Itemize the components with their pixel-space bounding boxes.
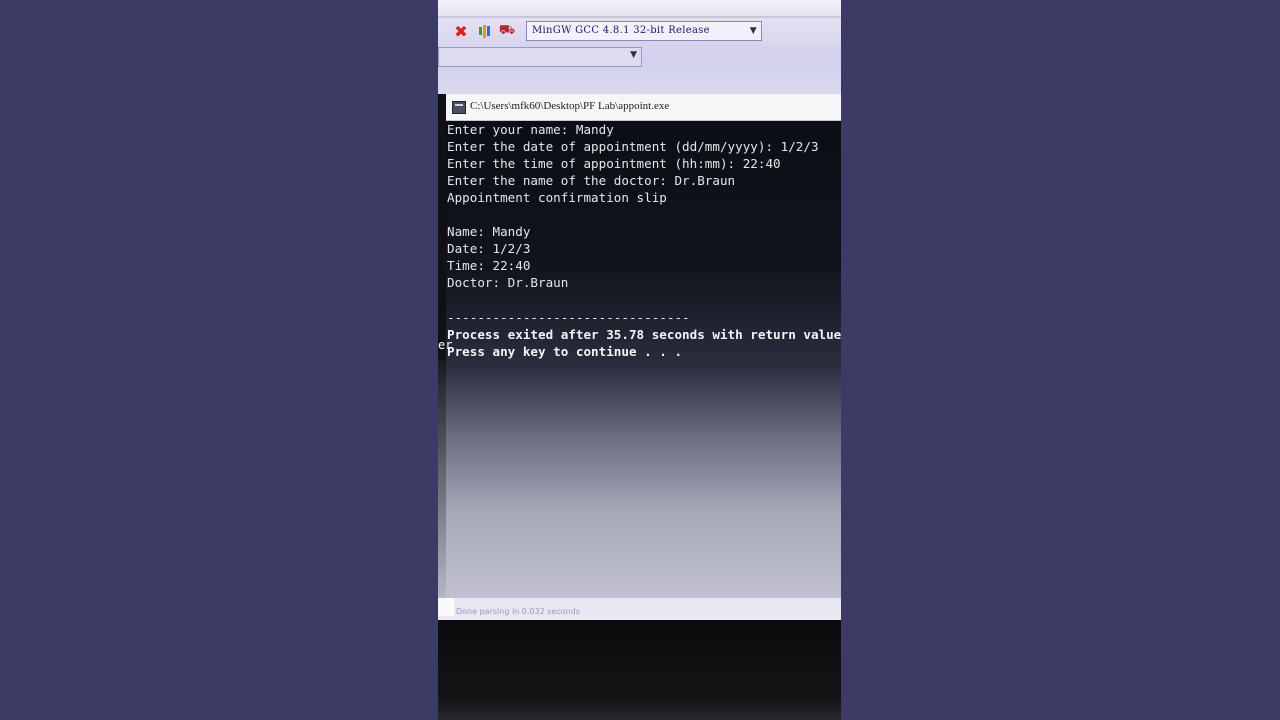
profile-icon[interactable]: ⛟: [498, 22, 516, 40]
ide-toolbar: ✖ ⛟ MinGW GCC 4.8.1 32-bit Release ▼ ▼: [438, 0, 841, 94]
console-line: Time: 22:40: [447, 258, 531, 274]
console-line: Enter the date of appointment (dd/mm/yyy…: [447, 139, 819, 155]
console-line: Enter the time of appointment (hh:mm): 2…: [447, 156, 781, 172]
chart-icon[interactable]: [476, 22, 494, 40]
status-text: Done parsing in 0.032 seconds: [456, 607, 580, 616]
console-window-title: C:\Users\mfk60\Desktop\PF Lab\appoint.ex…: [470, 100, 670, 112]
console-text: Enter your name: Mandy Enter the date of …: [447, 121, 841, 360]
compiler-select[interactable]: MinGW GCC 4.8.1 32-bit Release ▼: [526, 21, 762, 41]
console-line: Enter the name of the doctor: Dr.Braun: [447, 173, 736, 189]
photo-frame: ✖ ⛟ MinGW GCC 4.8.1 32-bit Release ▼ ▼ C…: [438, 0, 841, 720]
editor-text-fragment: er: [438, 338, 453, 352]
console-titlebar[interactable]: C:\Users\mfk60\Desktop\PF Lab\appoint.ex…: [446, 94, 841, 121]
console-line: Doctor: Dr.Braun: [447, 275, 569, 291]
console-app-icon: [452, 101, 466, 114]
console-output-area[interactable]: Enter your name: Mandy Enter the date of …: [446, 121, 841, 611]
console-line: Process exited after 35.78 seconds with …: [447, 326, 841, 342]
monitor-bezel: [438, 620, 841, 720]
console-line: Name: Mandy: [447, 224, 531, 240]
chevron-down-icon: ▼: [630, 50, 637, 60]
chevron-down-icon: ▼: [749, 26, 757, 36]
console-line: Press any key to continue . . .: [447, 343, 683, 359]
status-bar: Done parsing in 0.032 seconds: [438, 598, 841, 620]
close-icon[interactable]: ✖: [452, 22, 470, 41]
console-line: Appointment confirmation slip: [447, 190, 667, 206]
compiler-select-label: MinGW GCC 4.8.1 32-bit Release: [532, 25, 710, 36]
console-line: Enter your name: Mandy: [447, 122, 614, 137]
toolbar-divider: [438, 16, 841, 18]
console-line: --------------------------------: [447, 309, 690, 325]
status-bar-edge: [438, 598, 454, 616]
function-select[interactable]: ▼: [438, 47, 642, 67]
console-line: Date: 1/2/3: [447, 241, 531, 257]
